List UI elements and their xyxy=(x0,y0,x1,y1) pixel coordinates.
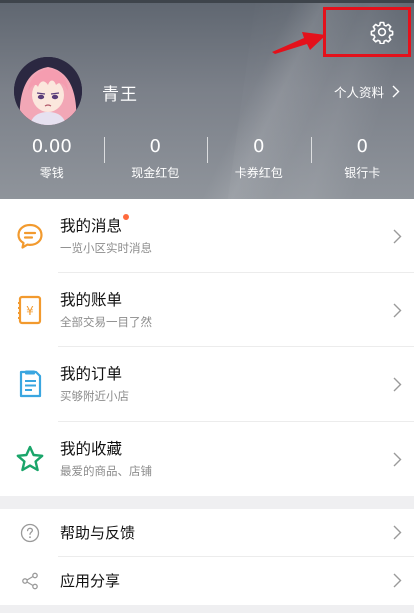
main-menu: 我的消息 一览小区实时消息 ¥ 我的账单 全部交易一目了然 我的订单 买够附近小… xyxy=(0,199,414,496)
unread-dot xyxy=(123,214,130,220)
menu-item-subtitle: 买够附近小店 xyxy=(60,389,129,403)
menu-item-title: 我的订单 xyxy=(60,365,123,383)
star-icon xyxy=(14,443,46,475)
help-icon xyxy=(14,517,46,549)
profile-header: 青王 个人资料 0.00 零钱 0 现金红包 0 卡券红包 0 银行卡 xyxy=(0,0,414,199)
stat-label: 现金红包 xyxy=(131,166,180,180)
chevron-right-icon xyxy=(393,525,402,540)
order-icon xyxy=(14,368,46,400)
stat-label: 银行卡 xyxy=(344,166,381,180)
stat-change[interactable]: 0.00 零钱 xyxy=(0,132,104,188)
stat-value: 0 xyxy=(253,136,265,157)
avatar-image xyxy=(14,57,82,125)
stat-value: 0 xyxy=(149,136,161,157)
stat-coupon-redpacket[interactable]: 0 卡券红包 xyxy=(207,132,311,188)
chevron-right-icon xyxy=(393,229,402,244)
wallet-stats: 0.00 零钱 0 现金红包 0 卡券红包 0 银行卡 xyxy=(0,132,414,188)
share-icon xyxy=(14,565,46,597)
menu-item-title: 我的收藏 xyxy=(60,440,123,458)
chevron-right-icon xyxy=(393,452,402,467)
stat-value: 0 xyxy=(356,136,368,157)
menu-item-title: 我的账单 xyxy=(60,291,123,309)
menu-item-subtitle: 全部交易一目了然 xyxy=(60,315,152,329)
annotation-arrow-icon xyxy=(272,32,326,54)
avatar[interactable] xyxy=(14,57,82,125)
menu-item-orders[interactable]: 我的订单 买够附近小店 xyxy=(0,347,414,422)
stat-label: 零钱 xyxy=(39,166,64,180)
chevron-right-icon xyxy=(393,303,402,318)
message-icon xyxy=(14,220,46,252)
menu-item-title: 应用分享 xyxy=(60,572,121,590)
stat-value: 0.00 xyxy=(31,136,72,157)
menu-item-share-app[interactable]: 应用分享 xyxy=(0,557,414,605)
svg-text:¥: ¥ xyxy=(26,304,34,318)
menu-item-bills[interactable]: ¥ 我的账单 全部交易一目了然 xyxy=(0,273,414,347)
stat-label: 卡券红包 xyxy=(234,166,283,180)
username: 青王 xyxy=(102,85,138,105)
bill-icon: ¥ xyxy=(14,294,46,326)
chevron-right-icon xyxy=(393,377,402,392)
chevron-right-icon xyxy=(392,85,400,98)
menu-item-subtitle: 最爱的商品、店铺 xyxy=(60,464,152,478)
menu-item-title: 帮助与反馈 xyxy=(60,524,136,542)
menu-item-subtitle: 一览小区实时消息 xyxy=(60,241,152,255)
profile-link-label: 个人资料 xyxy=(333,85,384,100)
settings-button[interactable] xyxy=(323,7,411,57)
menu-item-title: 我的消息 xyxy=(60,214,130,236)
stat-bank-card[interactable]: 0 银行卡 xyxy=(310,132,414,188)
profile-details-link[interactable]: 个人资料 xyxy=(334,82,400,101)
secondary-menu: 帮助与反馈 应用分享 xyxy=(0,509,414,605)
menu-item-help-feedback[interactable]: 帮助与反馈 xyxy=(0,509,414,557)
menu-item-title-text: 我的消息 xyxy=(60,217,123,235)
stat-cash-redpacket[interactable]: 0 现金红包 xyxy=(103,132,208,188)
menu-item-messages[interactable]: 我的消息 一览小区实时消息 xyxy=(0,199,414,273)
chevron-right-icon xyxy=(393,573,402,588)
gear-icon xyxy=(370,21,394,44)
menu-item-favorites[interactable]: 我的收藏 最爱的商品、店铺 xyxy=(0,422,414,496)
